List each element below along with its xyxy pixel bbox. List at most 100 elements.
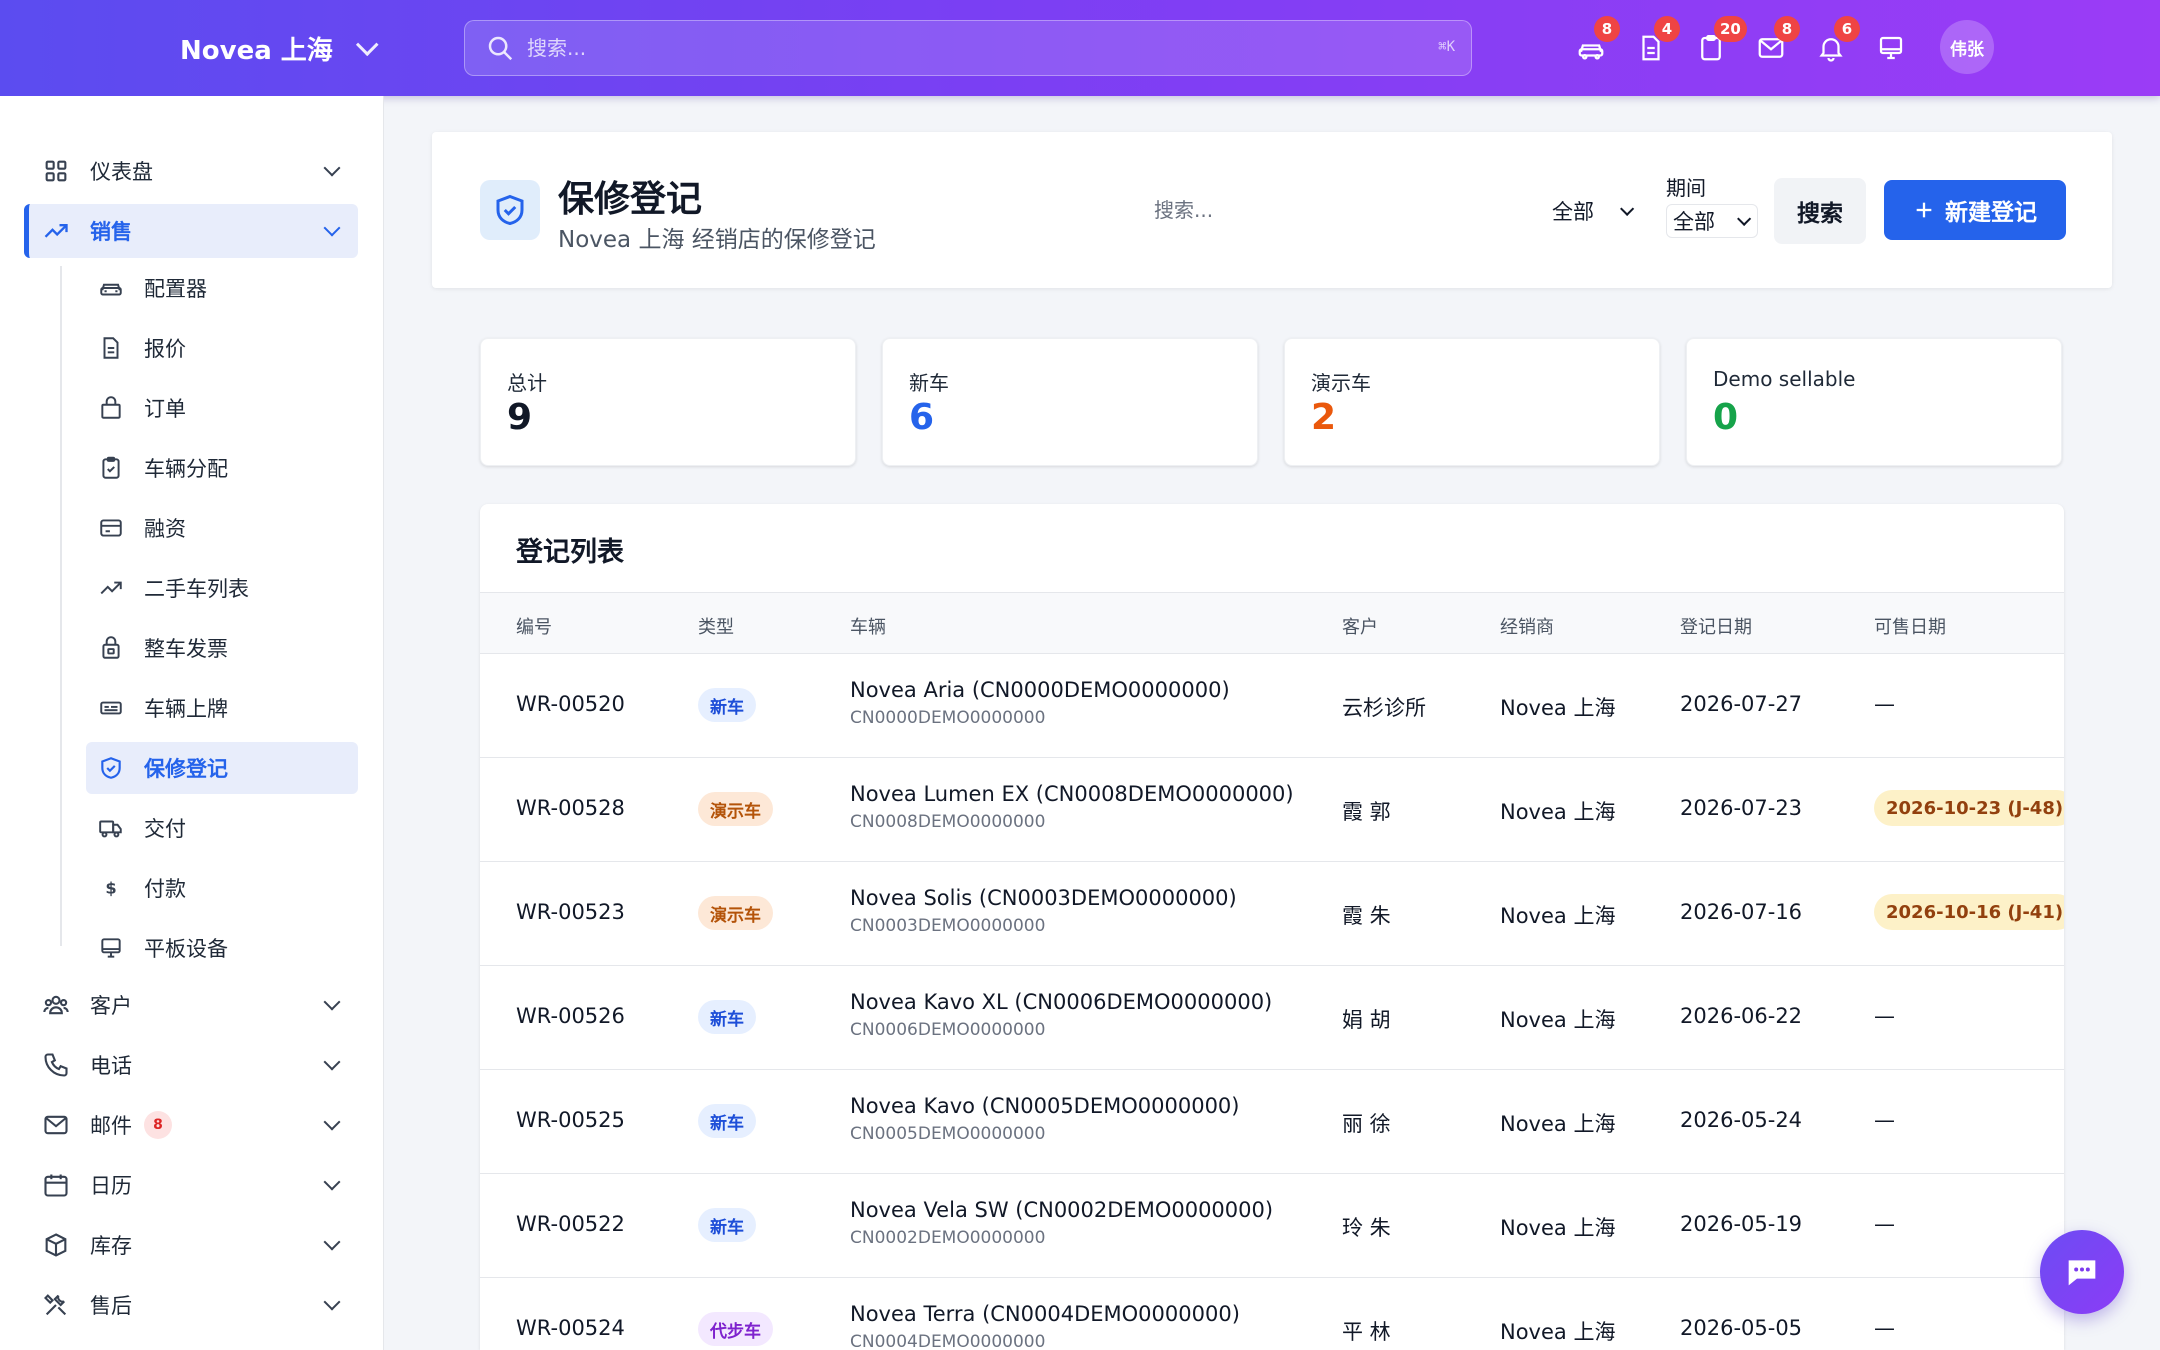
monitor-icon [1879,36,1903,60]
registration-id[interactable]: WR-00525 [516,1108,625,1132]
column-header[interactable]: 经销商 [1500,613,1554,639]
stat-value: 2 [1311,397,1337,438]
global-search-input[interactable] [527,36,1387,60]
nav-calendar[interactable]: 日历 [24,1158,358,1212]
nav-inventory[interactable]: 库存 [24,1218,358,1272]
mail-button[interactable]: 8 [1752,16,1800,72]
nav-label: 付款 [144,877,186,901]
clipboard-icon [102,456,120,479]
new-registration-button[interactable]: 新建登记 [1884,180,2066,240]
global-search: ⌘K [464,20,1472,76]
dealer-name: Novea 上海 [1500,800,1616,824]
sellable-date: — [1874,1316,1895,1340]
stat-label: 总计 [507,371,547,395]
nav-orders[interactable]: 订单 [86,382,358,434]
table-row[interactable]: WR-00525 新车 Novea Kavo (CN0005DEMO0000000)… [480,1070,2064,1174]
nav-used-cars[interactable]: 二手车列表 [86,562,358,614]
devices-button[interactable] [1872,24,1910,72]
nav-mail[interactable]: 邮件 8 [24,1098,358,1152]
registration-date: 2026-07-16 [1680,900,1803,924]
vehicles-button[interactable]: 8 [1572,16,1620,72]
nav-invoices[interactable]: 整车发票 [86,622,358,674]
nav-phone[interactable]: 电话 [24,1038,358,1092]
column-header[interactable]: 编号 [516,613,552,639]
table-row[interactable]: WR-00520 新车 Novea Aria (CN0000DEMO0000000)… [480,654,2064,758]
nav-warranty-registration[interactable]: 保修登记 [86,742,358,794]
vehicle-name: Novea Aria (CN0000DEMO0000000) [850,678,1230,702]
vehicle-vin: CN0002DEMO0000000 [850,1228,1046,1248]
nav-registration[interactable]: 车辆上牌 [86,682,358,734]
nav-customers[interactable]: 客户 [24,978,358,1032]
table-row[interactable]: WR-00522 新车 Novea Vela SW (CN0002DEMO00000… [480,1174,2064,1278]
nav-tablets[interactable]: 平板设备 [86,922,358,974]
sellable-date: — [1874,1004,1895,1028]
customer-name: 霞 朱 [1342,904,1391,928]
nav-payments[interactable]: $ 付款 [86,862,358,914]
registration-id[interactable]: WR-00522 [516,1212,625,1236]
nav-label: 客户 [90,994,132,1018]
column-header[interactable]: 类型 [698,613,734,639]
notifications-button[interactable]: 6 [1812,16,1860,72]
nav-dashboard[interactable]: 仪表盘 [24,144,358,198]
stat-value: 0 [1713,397,1739,438]
table-row[interactable]: WR-00526 新车 Novea Kavo XL (CN0006DEMO00000… [480,966,2064,1070]
type-filter-select[interactable]: 全部 [1552,196,1635,226]
nav-sales[interactable]: 销售 [24,204,358,258]
column-header[interactable]: 登记日期 [1680,613,1752,639]
trend-icon [100,581,122,595]
type-badge: 新车 [698,1000,756,1034]
page-header: 保修登记 Novea 上海 经销店的保修登记 全部 期间 全部 搜索 新建登记 [432,132,2112,288]
table-row[interactable]: WR-00523 演示车 Novea Solis (CN0003DEMO000000… [480,862,2064,966]
tasks-button[interactable]: 20 [1692,16,1747,72]
vehicles-badge: 8 [1594,16,1620,42]
dealer-name: Novea 上海 [1500,1112,1616,1136]
stat-card-total: 总计 9 [480,338,856,466]
nav-label: 交付 [144,817,186,841]
sidebar: 仪表盘 销售 配置器 报价 订单 车辆分配 融资 二手车列表 整车发票 车辆上牌 [0,96,384,1350]
new-registration-label: 新建登记 [1945,200,2037,226]
registration-id[interactable]: WR-00526 [516,1004,625,1028]
nav-delivery[interactable]: 交付 [86,802,358,854]
submenu-divider [60,266,62,946]
vehicle-name: Novea Terra (CN0004DEMO0000000) [850,1302,1240,1326]
user-avatar[interactable]: 伟张 [1940,20,1994,74]
registration-id[interactable]: WR-00520 [516,692,625,716]
search-button[interactable]: 搜索 [1774,178,1866,244]
column-header[interactable]: 可售日期 [1874,613,1946,639]
customer-name: 霞 郭 [1342,800,1391,824]
nav-financing[interactable]: 融资 [86,502,358,554]
registration-id[interactable]: WR-00523 [516,900,625,924]
chat-button[interactable] [2040,1230,2124,1314]
nav-after-sales[interactable]: 售后 [24,1278,358,1332]
car-icon [100,283,122,296]
nav-configurator[interactable]: 配置器 [86,262,358,314]
nav-label: 车辆分配 [144,457,228,481]
registration-id[interactable]: WR-00528 [516,796,625,820]
vehicle-vin: CN0003DEMO0000000 [850,916,1046,936]
nav-quotes[interactable]: 报价 [86,322,358,374]
nav-allocation[interactable]: 车辆分配 [86,442,358,494]
page-title: 保修登记 [558,179,703,220]
table-header: 编号 类型 车辆 客户 经销商 登记日期 可售日期 [480,592,2064,654]
nav-label: 报价 [144,337,186,361]
nav-label: 融资 [144,517,186,541]
table-row[interactable]: WR-00524 代步车 Novea Terra (CN0004DEMO000000… [480,1278,2064,1350]
table-row[interactable]: WR-00528 演示车 Novea Lumen EX (CN0008DEMO000… [480,758,2064,862]
column-header[interactable]: 车辆 [850,613,886,639]
vehicle-vin: CN0006DEMO0000000 [850,1020,1046,1040]
documents-button[interactable]: 4 [1632,16,1680,72]
type-badge: 演示车 [698,792,773,826]
calendar-icon [44,1174,68,1197]
plus-icon [1916,202,1932,218]
registration-search-input[interactable] [1154,198,1374,222]
period-select[interactable]: 全部 [1666,204,1758,238]
chevron-down-icon [323,219,341,237]
chevron-down-icon [1620,201,1635,216]
nav-label: 二手车列表 [144,577,249,601]
dealer-name: Novea 上海 [1500,1216,1616,1240]
registration-id[interactable]: WR-00524 [516,1316,625,1340]
dealer-switcher[interactable]: Novea 上海 [180,30,379,67]
nav-label: 车辆上牌 [144,697,228,721]
column-header[interactable]: 客户 [1342,613,1378,639]
chevron-down-icon [323,159,341,177]
